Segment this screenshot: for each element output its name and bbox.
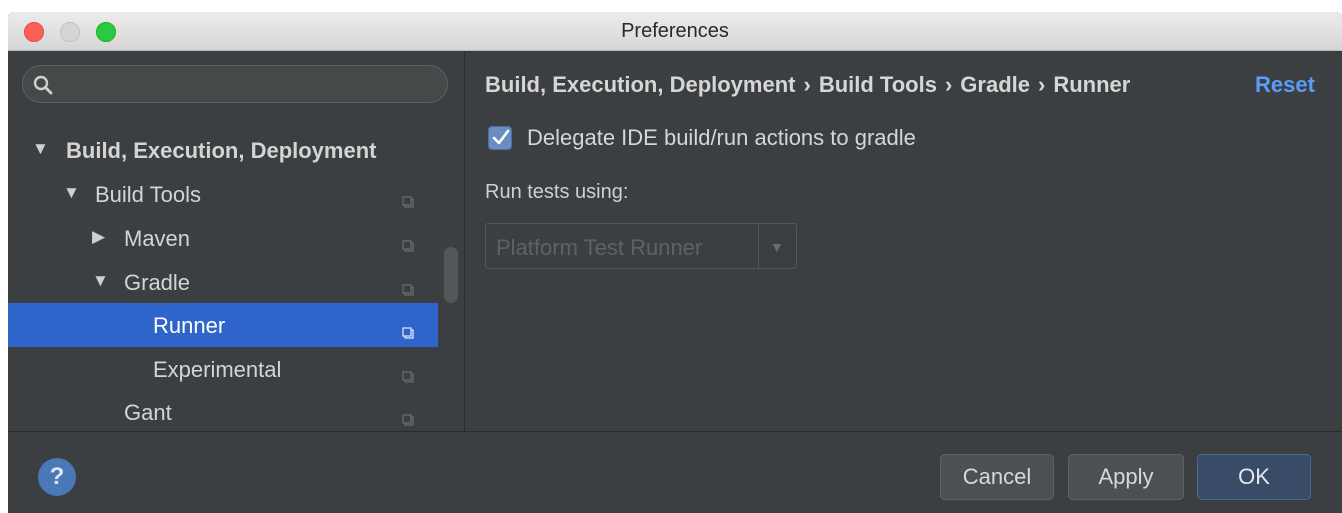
- search-icon: [33, 75, 53, 100]
- settings-sidebar: ▼ Build, Execution, Deployment ▼ Build T…: [8, 51, 465, 431]
- delegate-checkbox-label[interactable]: Delegate IDE build/run actions to gradle: [527, 125, 916, 151]
- tree-item-label: Runner: [153, 313, 226, 338]
- search-input[interactable]: [22, 65, 448, 103]
- run-tests-selected-value: Platform Test Runner: [496, 235, 703, 260]
- tree-item-label: Gant: [124, 400, 172, 425]
- project-settings-icon: [402, 276, 414, 296]
- tree-item-build-tools[interactable]: ▼ Build Tools: [8, 172, 438, 216]
- reset-link[interactable]: Reset: [1255, 72, 1315, 98]
- cancel-button[interactable]: Cancel: [940, 454, 1054, 500]
- expand-arrow-icon[interactable]: ▼: [92, 271, 109, 291]
- tree-item-label: Maven: [124, 226, 191, 251]
- run-tests-dropdown[interactable]: Platform Test Runner ▼: [485, 223, 797, 269]
- expand-arrow-icon[interactable]: ▼: [32, 139, 49, 159]
- breadcrumb-item: Build Tools: [818, 72, 937, 97]
- ok-button[interactable]: OK: [1197, 454, 1311, 500]
- apply-button[interactable]: Apply: [1068, 454, 1184, 500]
- tree-item-gradle[interactable]: ▼ Gradle: [8, 260, 438, 304]
- expand-arrow-icon[interactable]: ▼: [63, 183, 80, 203]
- help-button[interactable]: ?: [38, 458, 76, 496]
- delegate-checkbox[interactable]: [488, 126, 512, 150]
- tree-item-experimental[interactable]: Experimental: [8, 347, 438, 391]
- run-tests-label: Run tests using:: [485, 181, 629, 203]
- window-title: Preferences: [621, 20, 729, 42]
- project-settings-icon: [402, 232, 414, 252]
- dialog-button-bar: ? Cancel Apply OK: [8, 431, 1342, 513]
- project-settings-icon: [402, 406, 414, 426]
- settings-content: Build, Execution, Deployment › Build Tools…: [465, 51, 1342, 431]
- chevron-down-icon[interactable]: ▼: [770, 239, 784, 255]
- breadcrumb-item: Build, Execution, Deployment: [485, 72, 796, 97]
- breadcrumb-item: Gradle: [960, 72, 1030, 97]
- collapse-arrow-icon[interactable]: ▶: [92, 227, 105, 247]
- project-settings-icon: [402, 188, 414, 208]
- tree-item-runner[interactable]: Runner: [8, 303, 438, 347]
- breadcrumb-separator: ›: [944, 72, 953, 97]
- tree-item-label: Build Tools: [95, 182, 201, 207]
- dropdown-divider: [758, 224, 759, 268]
- tree-item-build-execution-deployment[interactable]: ▼ Build, Execution, Deployment: [8, 128, 438, 172]
- tree-item-label: Experimental: [153, 357, 282, 382]
- preferences-window: Preferences ▼ Build, Execution, Deployme…: [8, 12, 1342, 513]
- tree-item-maven[interactable]: ▶ Maven: [8, 216, 438, 260]
- tree-item-label: Gradle: [124, 270, 191, 295]
- checkmark-icon: [492, 129, 510, 145]
- project-settings-icon: [402, 319, 414, 339]
- sidebar-scrollbar[interactable]: [444, 247, 458, 303]
- title-bar: Preferences: [8, 12, 1342, 51]
- tree-item-label: Build, Execution, Deployment: [66, 138, 377, 163]
- breadcrumb-item: Runner: [1053, 72, 1131, 97]
- breadcrumb-separator: ›: [1037, 72, 1046, 97]
- project-settings-icon: [402, 363, 414, 383]
- breadcrumb-separator: ›: [803, 72, 811, 97]
- tree-item-gant[interactable]: Gant: [8, 390, 438, 434]
- breadcrumb: Build, Execution, Deployment › Build Tools…: [485, 72, 1130, 98]
